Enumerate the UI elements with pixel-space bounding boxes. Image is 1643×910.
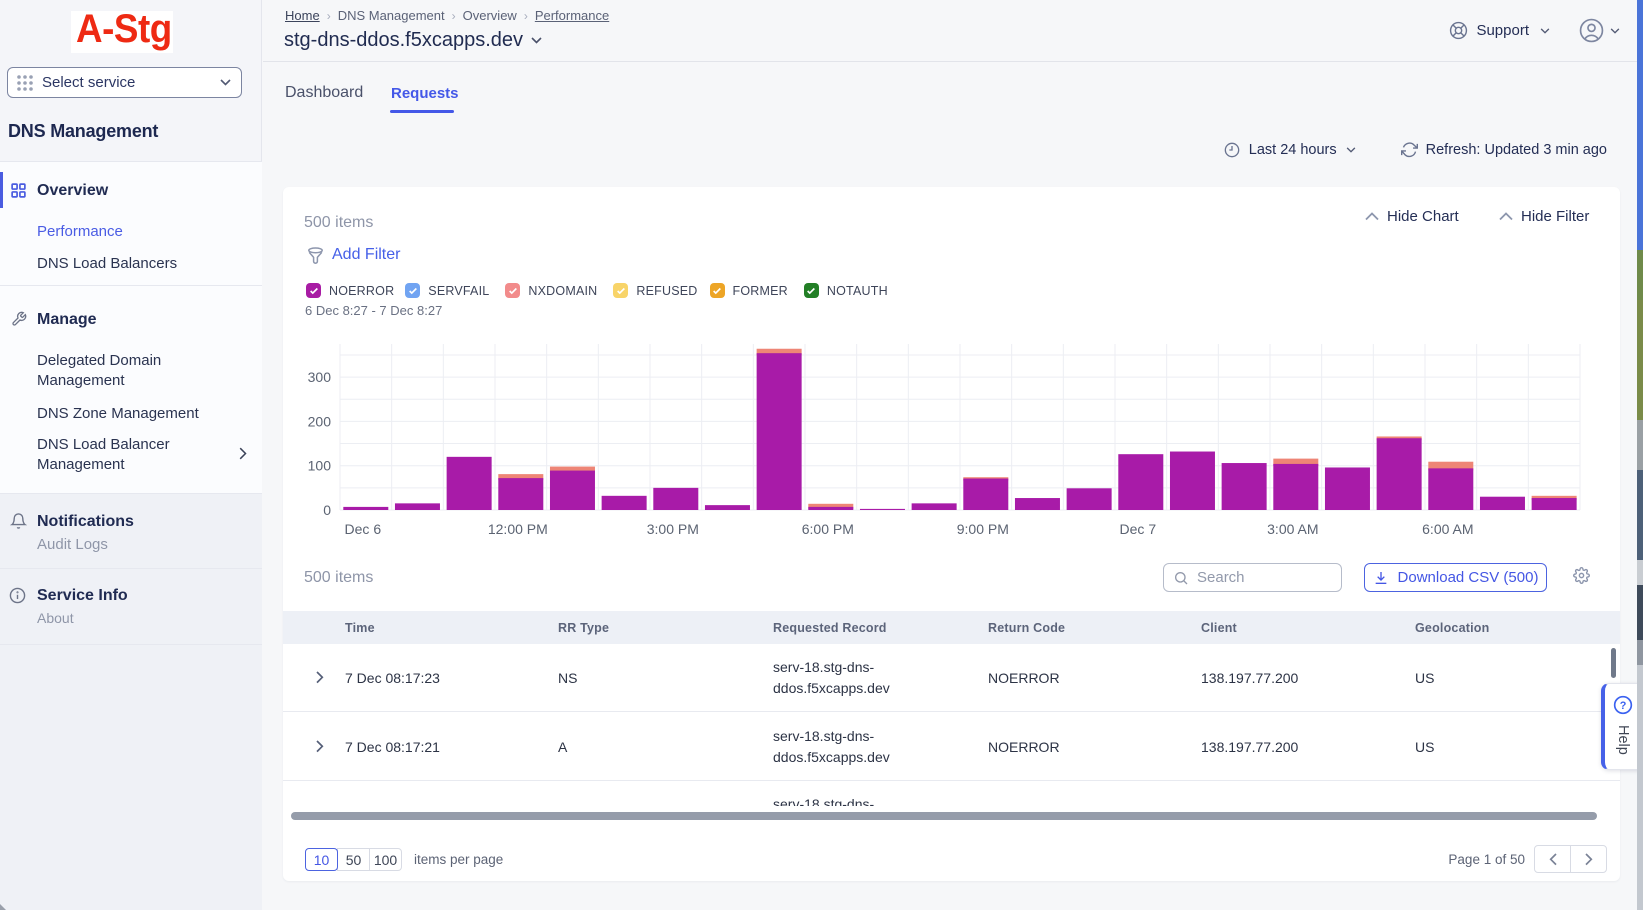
svg-text:Dec 7: Dec 7 (1120, 521, 1157, 537)
svg-text:6:00 PM: 6:00 PM (802, 521, 854, 537)
svg-text:6:00 AM: 6:00 AM (1422, 521, 1473, 537)
svg-text:Dec 6: Dec 6 (345, 521, 382, 537)
svg-text:0: 0 (323, 502, 331, 518)
svg-text:200: 200 (308, 413, 332, 429)
svg-text:100: 100 (308, 458, 332, 474)
svg-text:9:00 PM: 9:00 PM (957, 521, 1009, 537)
svg-text:?: ? (1620, 700, 1627, 712)
svg-text:3:00 AM: 3:00 AM (1267, 521, 1318, 537)
svg-text:3:00 PM: 3:00 PM (647, 521, 699, 537)
svg-text:12:00 PM: 12:00 PM (488, 521, 548, 537)
svg-text:300: 300 (308, 369, 332, 385)
